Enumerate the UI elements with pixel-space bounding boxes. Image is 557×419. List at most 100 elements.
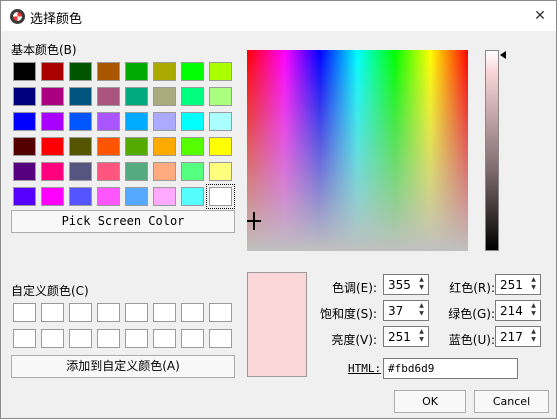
custom-color-swatch[interactable] xyxy=(181,303,204,322)
value-value[interactable]: 251 xyxy=(388,330,411,344)
basic-color-swatch[interactable] xyxy=(209,112,232,131)
custom-color-swatch[interactable] xyxy=(153,303,176,322)
basic-color-swatch[interactable] xyxy=(209,62,232,81)
add-to-custom-colors-button[interactable]: 添加到自定义颜色(A) xyxy=(11,355,235,378)
spin-arrows-icon[interactable]: ▲ ▼ xyxy=(416,276,427,293)
basic-color-swatch[interactable] xyxy=(97,87,120,106)
red-value[interactable]: 251 xyxy=(500,278,523,292)
hue-value[interactable]: 355 xyxy=(388,278,411,292)
basic-color-swatch[interactable] xyxy=(69,87,92,106)
color-wheel-icon xyxy=(10,9,25,24)
green-spinbox[interactable]: 214 ▲ ▼ xyxy=(495,300,541,321)
basic-color-swatch[interactable] xyxy=(153,187,176,206)
basic-color-swatch[interactable] xyxy=(97,137,120,156)
basic-color-swatch[interactable] xyxy=(125,87,148,106)
custom-color-swatch[interactable] xyxy=(153,329,176,348)
custom-color-swatch[interactable] xyxy=(97,303,120,322)
luminance-slider[interactable] xyxy=(485,50,499,251)
saturation-spinbox[interactable]: 37 ▲ ▼ xyxy=(383,300,429,321)
custom-color-swatch[interactable] xyxy=(41,329,64,348)
basic-color-swatch[interactable] xyxy=(209,137,232,156)
basic-color-swatch[interactable] xyxy=(125,162,148,181)
spin-arrows-icon[interactable]: ▲ ▼ xyxy=(416,328,427,345)
ok-button[interactable]: OK xyxy=(394,390,466,413)
basic-color-swatch[interactable] xyxy=(69,62,92,81)
basic-color-swatch[interactable] xyxy=(125,112,148,131)
basic-color-swatch[interactable] xyxy=(153,87,176,106)
spin-arrows-icon[interactable]: ▲ ▼ xyxy=(416,302,427,319)
basic-color-swatch[interactable] xyxy=(41,62,64,81)
basic-color-swatch[interactable] xyxy=(153,137,176,156)
custom-color-swatch[interactable] xyxy=(69,329,92,348)
custom-color-swatch[interactable] xyxy=(125,303,148,322)
spin-arrows-icon[interactable]: ▲ ▼ xyxy=(528,276,539,293)
custom-color-swatch[interactable] xyxy=(13,329,36,348)
basic-color-swatch[interactable] xyxy=(153,62,176,81)
custom-color-swatch[interactable] xyxy=(41,303,64,322)
custom-color-swatch[interactable] xyxy=(97,329,120,348)
title-bar: 选择颜色 ✕ xyxy=(1,1,556,31)
basic-color-swatch[interactable] xyxy=(181,187,204,206)
saturation-value[interactable]: 37 xyxy=(388,304,403,318)
close-button[interactable]: ✕ xyxy=(531,7,549,25)
basic-color-swatch[interactable] xyxy=(97,187,120,206)
cancel-button[interactable]: Cancel xyxy=(474,390,549,413)
basic-color-swatch[interactable] xyxy=(41,162,64,181)
basic-color-swatch[interactable] xyxy=(153,112,176,131)
color-dialog-window: 选择颜色 ✕ 基本颜色(B) Pick Screen Color 自定义颜色(C… xyxy=(0,0,557,419)
basic-color-swatch[interactable] xyxy=(209,87,232,106)
basic-color-swatch[interactable] xyxy=(206,184,235,209)
basic-color-swatch[interactable] xyxy=(181,162,204,181)
basic-color-swatch[interactable] xyxy=(125,137,148,156)
basic-color-swatch[interactable] xyxy=(125,62,148,81)
basic-color-swatch[interactable] xyxy=(181,62,204,81)
basic-color-swatch[interactable] xyxy=(97,112,120,131)
custom-color-swatch[interactable] xyxy=(13,303,36,322)
crosshair-cursor-icon xyxy=(247,212,261,230)
basic-color-swatch[interactable] xyxy=(181,87,204,106)
basic-color-swatch[interactable] xyxy=(13,112,36,131)
custom-colors-grid xyxy=(13,303,232,348)
custom-color-swatch[interactable] xyxy=(209,303,232,322)
value-spinbox[interactable]: 251 ▲ ▼ xyxy=(383,326,429,347)
basic-color-swatch[interactable] xyxy=(97,162,120,181)
hue-spinbox[interactable]: 355 ▲ ▼ xyxy=(383,274,429,295)
basic-color-swatch[interactable] xyxy=(69,187,92,206)
blue-spinbox[interactable]: 217 ▲ ▼ xyxy=(495,326,541,347)
basic-color-swatch[interactable] xyxy=(69,137,92,156)
html-hex-input[interactable]: #fbd6d9 xyxy=(383,358,518,379)
basic-color-swatch[interactable] xyxy=(69,162,92,181)
custom-colors-label: 自定义颜色(C) xyxy=(11,284,89,298)
basic-color-swatch[interactable] xyxy=(97,62,120,81)
red-label: 红色(R): xyxy=(449,281,495,295)
basic-color-swatch[interactable] xyxy=(13,87,36,106)
basic-color-swatch[interactable] xyxy=(181,137,204,156)
basic-color-swatch[interactable] xyxy=(13,187,36,206)
blue-value[interactable]: 217 xyxy=(500,330,523,344)
slider-arrow-icon[interactable] xyxy=(500,51,506,59)
spin-arrows-icon[interactable]: ▲ ▼ xyxy=(528,302,539,319)
basic-color-swatch[interactable] xyxy=(125,187,148,206)
pick-screen-color-button[interactable]: Pick Screen Color xyxy=(11,210,235,233)
basic-color-swatch[interactable] xyxy=(153,162,176,181)
basic-color-swatch[interactable] xyxy=(41,87,64,106)
basic-color-swatch[interactable] xyxy=(41,187,64,206)
basic-color-swatch[interactable] xyxy=(13,137,36,156)
basic-color-swatch[interactable] xyxy=(69,112,92,131)
custom-color-swatch[interactable] xyxy=(69,303,92,322)
basic-color-swatch[interactable] xyxy=(181,112,204,131)
spin-arrows-icon[interactable]: ▲ ▼ xyxy=(528,328,539,345)
custom-color-swatch[interactable] xyxy=(181,329,204,348)
html-label: HTML: xyxy=(348,362,382,375)
value-label: 亮度(V): xyxy=(331,333,377,347)
basic-color-swatch[interactable] xyxy=(41,112,64,131)
green-value[interactable]: 214 xyxy=(500,304,523,318)
basic-color-swatch[interactable] xyxy=(209,162,232,181)
basic-color-swatch[interactable] xyxy=(41,137,64,156)
basic-color-swatch[interactable] xyxy=(13,62,36,81)
custom-color-swatch[interactable] xyxy=(125,329,148,348)
custom-color-swatch[interactable] xyxy=(209,329,232,348)
hue-saturation-picker[interactable] xyxy=(247,50,468,251)
red-spinbox[interactable]: 251 ▲ ▼ xyxy=(495,274,541,295)
basic-color-swatch[interactable] xyxy=(13,162,36,181)
